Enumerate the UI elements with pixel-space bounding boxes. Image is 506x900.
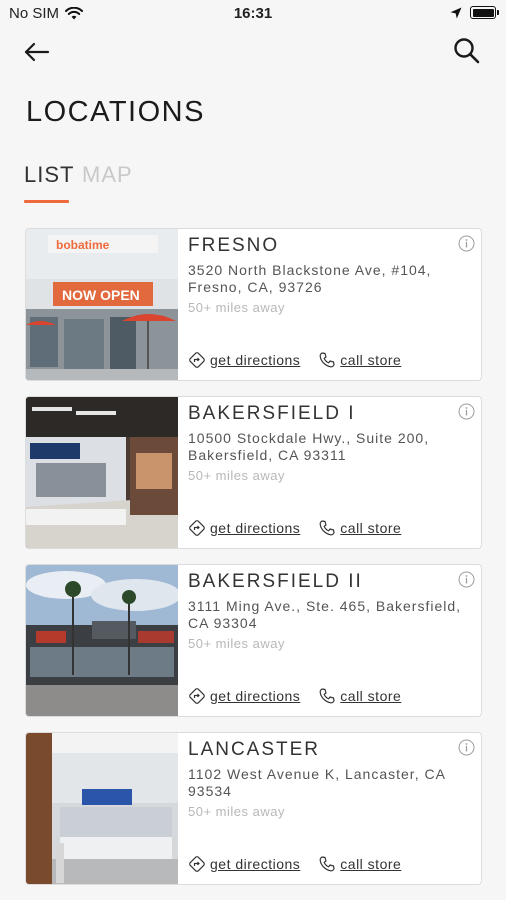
call-store-label: call store [340, 352, 402, 368]
locations-list: bobatime NOW OPEN FRESNO 3520 North Blac… [25, 228, 482, 900]
call-store-link[interactable]: call store [318, 519, 401, 537]
location-address: 1102 West Avenue K, Lancaster, CA 93534 [188, 766, 446, 799]
get-directions-link[interactable]: get directions [188, 687, 300, 705]
call-store-label: call store [340, 688, 402, 704]
info-icon[interactable] [458, 571, 475, 588]
location-name: BAKERSFIELD I [188, 403, 356, 424]
status-time: 16:31 [233, 5, 273, 22]
phone-icon [319, 352, 335, 368]
store-photo [26, 397, 178, 548]
location-name: FRESNO [188, 235, 280, 256]
info-icon[interactable] [458, 235, 475, 252]
search-icon [454, 38, 480, 64]
get-directions-label: get directions [210, 520, 301, 536]
location-actions: get directions call store [188, 855, 401, 873]
location-address: 3111 Ming Ave., Ste. 465, Bakersfield, C… [188, 598, 462, 631]
directions-icon [189, 856, 205, 872]
call-store-link[interactable]: call store [318, 351, 401, 369]
store-photo [26, 733, 178, 884]
info-icon[interactable] [458, 739, 475, 756]
location-actions: get directions call store [188, 519, 401, 537]
page-title: LOCATIONS [26, 96, 205, 128]
tab-map[interactable]: MAP [82, 162, 133, 188]
active-tab-indicator [24, 200, 69, 203]
directions-icon [189, 352, 205, 368]
phone-icon [319, 688, 335, 704]
phone-icon [319, 520, 335, 536]
directions-icon [189, 688, 205, 704]
call-store-link[interactable]: call store [318, 855, 401, 873]
location-card[interactable]: LANCASTER 1102 West Avenue K, Lancaster,… [25, 732, 482, 885]
store-photo [26, 565, 178, 716]
location-card[interactable]: bobatime NOW OPEN FRESNO 3520 North Blac… [25, 228, 482, 381]
get-directions-label: get directions [210, 856, 301, 872]
get-directions-link[interactable]: get directions [188, 519, 300, 537]
location-card[interactable]: BAKERSFIELD I 10500 Stockdale Hwy., Suit… [25, 396, 482, 549]
location-name: BAKERSFIELD II [188, 571, 363, 592]
location-arrow-icon [450, 7, 462, 18]
status-right [450, 6, 499, 19]
location-name: LANCASTER [188, 739, 321, 760]
call-store-label: call store [340, 520, 402, 536]
location-actions: get directions call store [188, 351, 401, 369]
get-directions-label: get directions [210, 688, 301, 704]
back-arrow-icon [24, 42, 50, 62]
get-directions-label: get directions [210, 352, 301, 368]
battery-icon [470, 6, 499, 19]
get-directions-link[interactable]: get directions [188, 351, 300, 369]
location-distance: 50+ miles away [188, 804, 285, 819]
info-icon[interactable] [458, 403, 475, 420]
phone-icon [319, 856, 335, 872]
location-actions: get directions call store [188, 687, 401, 705]
store-photo: bobatime NOW OPEN [26, 229, 178, 380]
call-store-label: call store [340, 856, 402, 872]
search-button[interactable] [452, 36, 484, 68]
location-card[interactable]: BAKERSFIELD II 3111 Ming Ave., Ste. 465,… [25, 564, 482, 717]
location-address: 10500 Stockdale Hwy., Suite 200, Bakersf… [188, 430, 430, 463]
location-address: 3520 North Blackstone Ave, #104, Fresno,… [188, 262, 432, 295]
location-distance: 50+ miles away [188, 300, 285, 315]
directions-icon [189, 520, 205, 536]
nav-bar [0, 30, 506, 74]
location-distance: 50+ miles away [188, 636, 285, 651]
call-store-link[interactable]: call store [318, 687, 401, 705]
tab-list[interactable]: LIST [24, 162, 74, 188]
banner-text: NOW OPEN [62, 287, 140, 303]
status-bar: No SIM 16:31 [0, 0, 506, 26]
location-distance: 50+ miles away [188, 468, 285, 483]
get-directions-link[interactable]: get directions [188, 855, 300, 873]
store-sign-text: bobatime [56, 238, 110, 252]
back-button[interactable] [22, 38, 54, 66]
